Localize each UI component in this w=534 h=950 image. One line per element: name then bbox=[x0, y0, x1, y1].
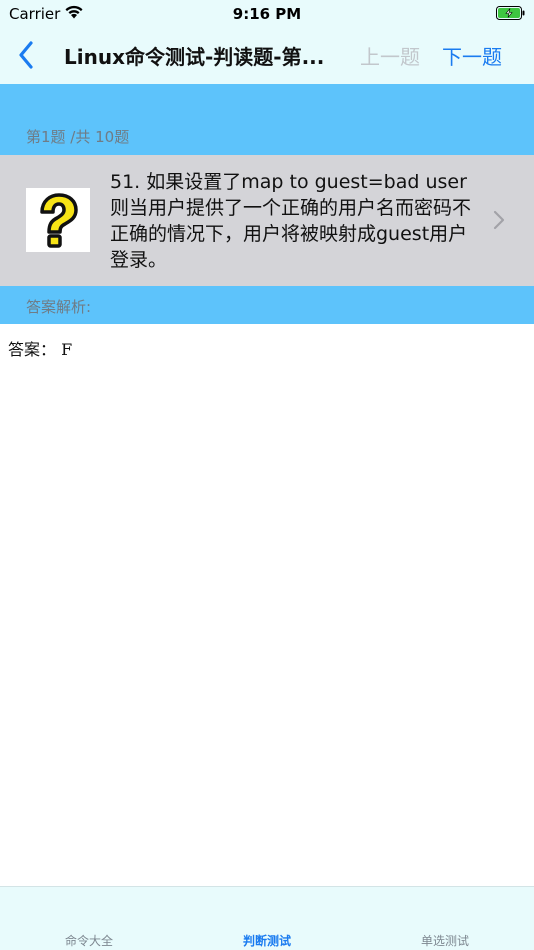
answer-section-header: 答案解析: bbox=[0, 286, 534, 324]
question-count: 第1题 /共 10题 bbox=[26, 128, 130, 146]
tab-label: 判断测试 bbox=[242, 934, 291, 948]
page-title: Linux命令测试-判读题-第... bbox=[64, 45, 325, 69]
answer-text: 答案： F bbox=[8, 340, 73, 359]
clock-time: 9:16 PM bbox=[232, 5, 302, 23]
next-question-button[interactable]: 下一题 bbox=[442, 41, 502, 70]
tab-label: 命令大全 bbox=[64, 934, 113, 948]
back-button[interactable] bbox=[10, 38, 42, 72]
answer-header-label: 答案解析: bbox=[26, 298, 92, 316]
chevron-right-icon bbox=[493, 210, 505, 230]
top-bar-background: Carrier 9:16 PM Linux命令测试-判读题-第... 上一题 下… bbox=[0, 0, 534, 84]
chevron-left-icon bbox=[19, 41, 33, 69]
tab-label: 单选测试 bbox=[420, 934, 469, 948]
battery-charging-icon bbox=[496, 6, 525, 20]
question-text: 51. 如果设置了map to guest=bad user则当用户提供了一个正… bbox=[110, 171, 472, 271]
tab-single-choice-test[interactable]: 单选测试 bbox=[356, 887, 534, 950]
previous-question-button[interactable]: 上一题 bbox=[360, 41, 420, 70]
question-cell[interactable]: 51. 如果设置了map to guest=bad user则当用户提供了一个正… bbox=[0, 155, 534, 286]
navigation-bar: Linux命令测试-判读题-第... 上一题 下一题 bbox=[0, 28, 534, 84]
question-section-header: 第1题 /共 10题 bbox=[0, 84, 534, 155]
tab-command-list[interactable]: 命令大全 bbox=[0, 887, 178, 950]
status-bar: Carrier 9:16 PM bbox=[0, 0, 534, 28]
tab-true-false-test[interactable]: 判断测试 bbox=[178, 887, 356, 950]
question-mark-icon bbox=[26, 188, 90, 252]
tab-bar: 命令大全 判断测试 单选测试 bbox=[0, 886, 534, 950]
